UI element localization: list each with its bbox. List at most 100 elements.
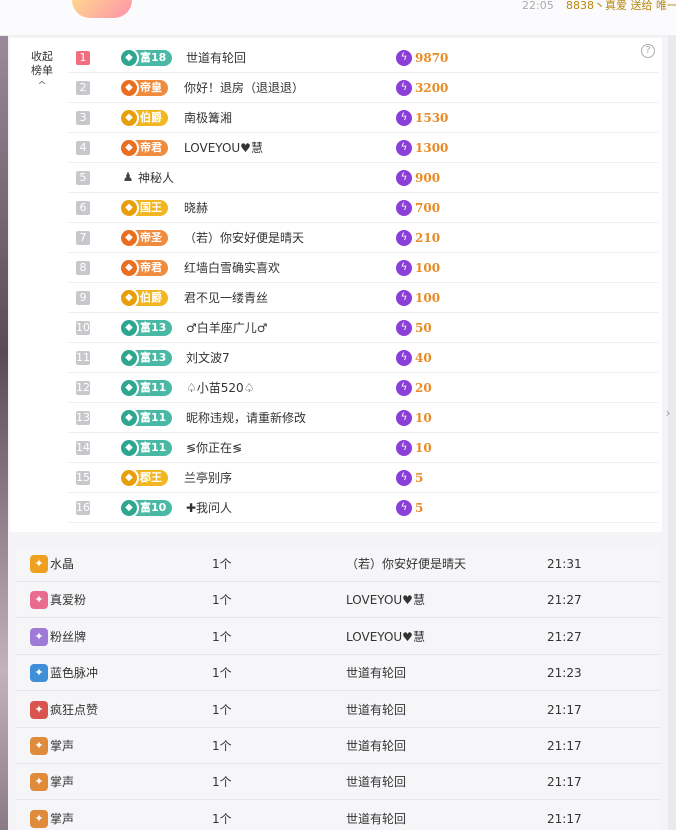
rank-row[interactable]: 9 ◆ 伯爵 君不见一缕青丝 ϟ 100	[68, 283, 658, 313]
level-badge-label: 伯爵	[140, 111, 162, 124]
rank-user-name[interactable]: ✚我问人	[186, 493, 232, 523]
level-badge-icon: ◆	[119, 408, 139, 428]
rank-row[interactable]: 6 ◆ 国王 晓赫 ϟ 700	[68, 193, 658, 223]
rank-number: 4	[76, 141, 90, 155]
level-badge-icon: ◆	[119, 288, 139, 308]
rank-user-name[interactable]: 红墙白雪确实喜欢	[184, 253, 280, 283]
level-badge-label: 帝皇	[140, 81, 162, 94]
rank-row[interactable]: 16 ◆ 富10 ✚我问人 ϟ 5	[68, 493, 658, 523]
gift-sender[interactable]: 世道有轮回	[346, 801, 406, 830]
gift-message: 8838丶真爱 送给 唯一	[566, 0, 676, 12]
chevron-up-icon: ^	[37, 79, 47, 92]
level-badge: ◆ 富11	[119, 408, 173, 428]
gift-sender[interactable]: LOVEYOU♥慧	[346, 619, 425, 655]
rank-row[interactable]: 1 ◆ 富18 世道有轮回 ϟ 9870	[68, 43, 658, 73]
gift-time: 21:17	[547, 739, 582, 753]
rank-row[interactable]: 8 ◆ 帝君 红墙白雪确实喜欢 ϟ 100	[68, 253, 658, 283]
rank-row[interactable]: 13 ◆ 富11 昵称违规，请重新修改 ϟ 10	[68, 403, 658, 433]
gift-count: 1个	[212, 811, 232, 826]
lightning-icon: ϟ	[396, 50, 412, 66]
gift-count: 1个	[212, 702, 232, 717]
rank-row[interactable]: 11 ◆ 富13 刘文波7 ϟ 40	[68, 343, 658, 373]
gift-sender[interactable]: 世道有轮回	[346, 655, 406, 691]
rank-score: 100	[415, 261, 441, 275]
rank-score: 100	[415, 291, 441, 305]
rank-user-name[interactable]: 刘文波7	[186, 343, 230, 373]
level-badge: ◆ 国王	[119, 198, 168, 218]
gift-sender[interactable]: 世道有轮回	[346, 764, 406, 800]
rank-user-name[interactable]: 南极篝湘	[184, 103, 232, 133]
video-background-left	[0, 36, 8, 830]
heart-decoration-icon	[72, 0, 132, 18]
gift-count: 1个	[212, 739, 232, 753]
rank-row[interactable]: 12 ◆ 富11 ♤小苗520♤ ϟ 20	[68, 373, 658, 403]
gift-sender[interactable]: 世道有轮回	[346, 728, 406, 764]
rank-number: 15	[76, 471, 90, 485]
rank-score: 40	[415, 351, 432, 365]
rank-number: 5	[76, 171, 90, 185]
rank-score: 9870	[415, 51, 449, 65]
rank-row[interactable]: 15 ◆ 郡王 兰亭别序 ϟ 5	[68, 463, 658, 493]
rank-user-name[interactable]: 昵称违规，请重新修改	[186, 403, 306, 433]
gift-sender[interactable]: 世道有轮回	[346, 692, 406, 728]
rank-user-name[interactable]: 你好！退房（退退退）	[184, 73, 304, 103]
rank-user-name[interactable]: ♂白羊座广儿♂	[186, 313, 268, 343]
gift-name: 掌声	[50, 739, 75, 753]
level-badge-label: 富11	[140, 381, 167, 394]
chevron-right-icon[interactable]: ›	[660, 404, 676, 422]
rank-row[interactable]: 3 ◆ 伯爵 南极篝湘 ϟ 1530	[68, 103, 658, 133]
rank-user-name[interactable]: 兰亭别序	[184, 463, 232, 493]
rank-row[interactable]: 14 ◆ 富11 ≶你正在≶ ϟ 10	[68, 433, 658, 463]
rank-row[interactable]: 7 ◆ 帝圣 （若）你安好便是晴天 ϟ 210	[68, 223, 658, 253]
rank-score: 50	[415, 321, 432, 335]
lightning-icon: ϟ	[396, 290, 412, 306]
level-badge: ◆ 帝皇	[119, 78, 168, 98]
rank-row[interactable]: 2 ◆ 帝皇 你好！退房（退退退） ϟ 3200	[68, 73, 658, 103]
level-badge-label: 伯爵	[140, 291, 162, 304]
love-fan-icon: ✦	[30, 591, 48, 610]
rank-score: 1530	[415, 111, 449, 125]
rank-user-name[interactable]: （若）你安好便是晴天	[184, 223, 304, 253]
level-badge-icon: ◆	[119, 438, 139, 458]
rank-user-name[interactable]: 神秘人	[138, 163, 174, 193]
rank-score: 210	[415, 231, 441, 245]
level-badge: ◆ 富11	[119, 438, 173, 458]
gift-name: 真爱粉	[50, 593, 87, 608]
gift-sender[interactable]: LOVEYOU♥慧	[346, 582, 425, 618]
level-badge: ◆ 伯爵	[119, 108, 168, 128]
level-badge-label: 郡王	[140, 471, 162, 484]
rank-user-name[interactable]: 君不见一缕青丝	[184, 283, 268, 313]
rank-user-name[interactable]: LOVEYOU♥慧	[184, 133, 263, 163]
gift-sender[interactable]: （若）你安好便是晴天	[346, 546, 466, 582]
level-badge: ◆ 伯爵	[119, 288, 168, 308]
gift-log-row: ✦ 粉丝牌 1个 LOVEYOU♥慧 21:27	[16, 619, 660, 655]
lightning-icon: ϟ	[396, 260, 412, 276]
level-badge-icon: ◆	[119, 138, 139, 158]
gift-log-list: ✦ 水晶 1个 （若）你安好便是晴天 21:31 ✦ 真爱粉 1个 LOVEYOU♥慧 21:27…	[16, 546, 660, 830]
collapse-rank-button[interactable]: 收起榜单 ^	[28, 50, 56, 93]
rank-row[interactable]: 4 ◆ 帝君 LOVEYOU♥慧 ϟ 1300	[68, 133, 658, 163]
gift-time: 21:31	[547, 557, 582, 571]
top-chat-strip: 22:05 8838丶真爱 送给 唯一	[0, 0, 676, 36]
rank-row[interactable]: 5 ♟ 神秘人 ϟ 900	[68, 163, 658, 193]
gift-time: 21:17	[547, 811, 582, 826]
rank-number: 2	[76, 81, 90, 95]
rank-user-name[interactable]: ♤小苗520♤	[186, 373, 254, 403]
level-badge-icon: ◆	[119, 108, 139, 128]
rank-score: 5	[415, 501, 424, 515]
lightning-icon: ϟ	[396, 110, 412, 126]
level-badge-icon: ◆	[119, 198, 139, 218]
crystal-icon: ✦	[30, 555, 48, 573]
level-badge: ◆ 帝圣	[119, 228, 168, 248]
rank-user-name[interactable]: ≶你正在≶	[186, 433, 242, 463]
rank-user-name[interactable]: 晓赫	[184, 193, 208, 223]
gift-name: 蓝色脉冲	[50, 666, 99, 681]
blue-pulse-icon: ✦	[30, 664, 48, 683]
lightning-icon: ϟ	[396, 170, 412, 186]
rank-score: 10	[415, 441, 432, 455]
rank-user-name[interactable]: 世道有轮回	[186, 43, 246, 73]
level-badge: ◆ 郡王	[119, 468, 168, 488]
level-badge-icon: ◆	[119, 348, 139, 368]
rank-row[interactable]: 10 ◆ 富13 ♂白羊座广儿♂ ϟ 50	[68, 313, 658, 343]
gift-count: 1个	[212, 557, 232, 571]
